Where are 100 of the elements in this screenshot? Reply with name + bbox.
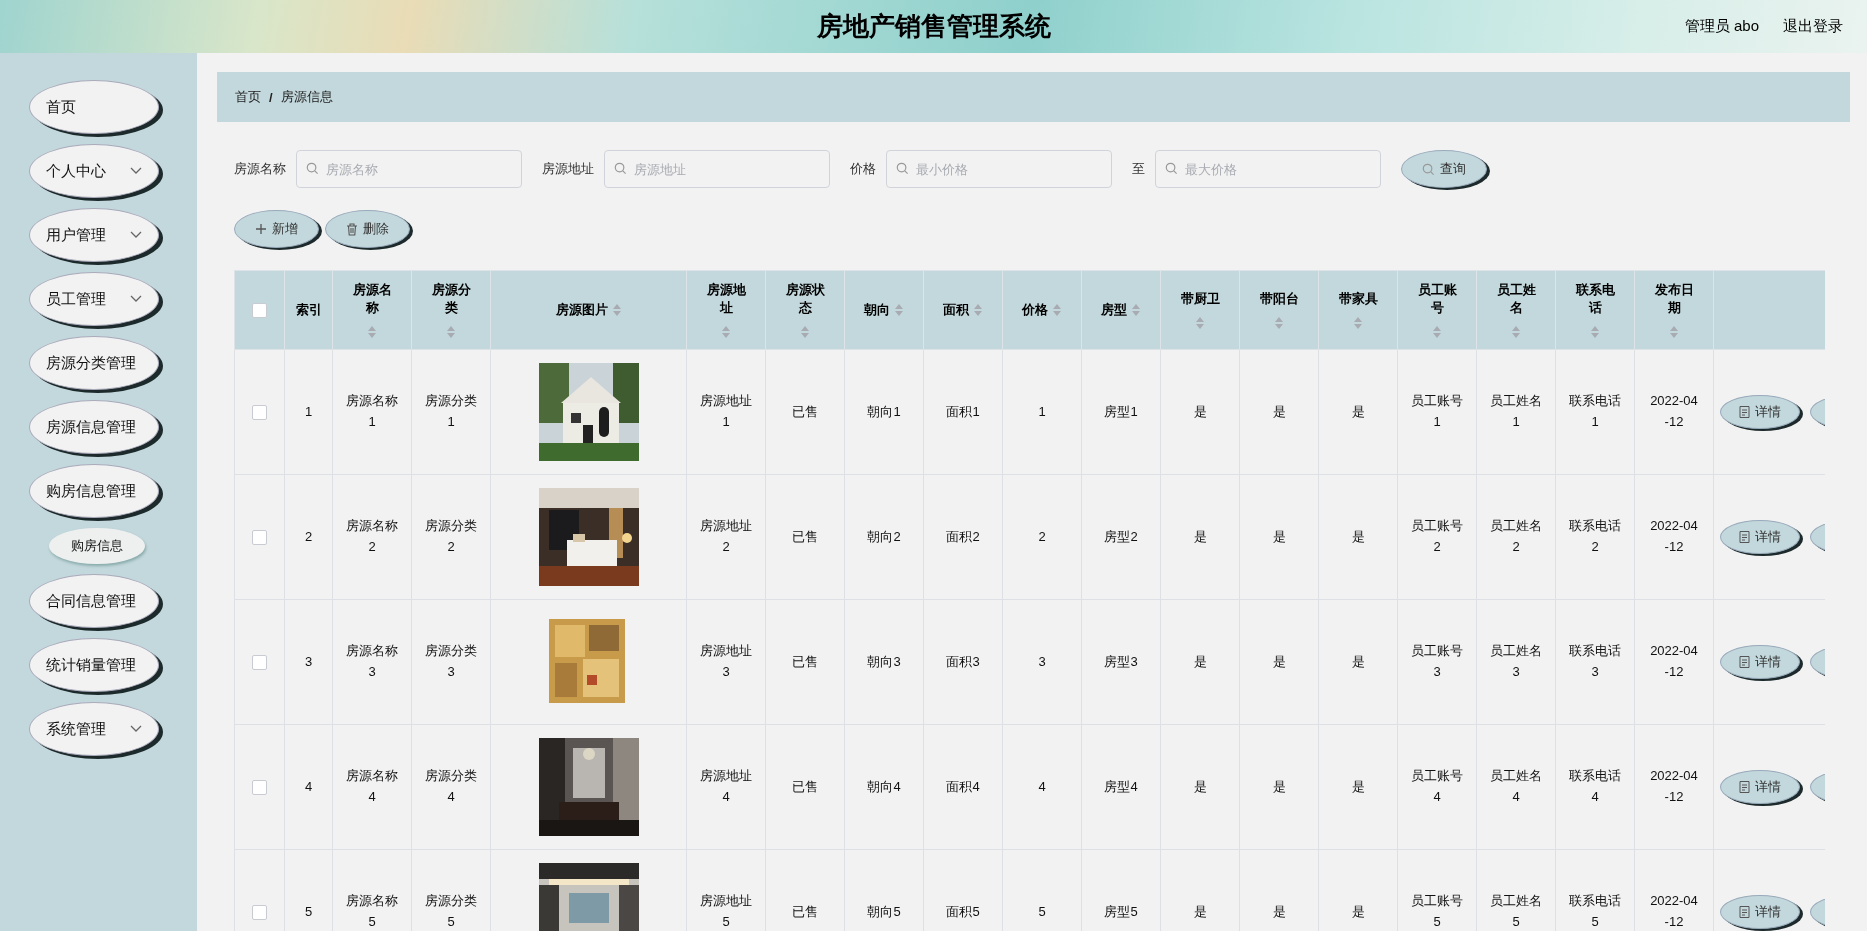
column-header[interactable]: 房型 (1081, 270, 1161, 350)
table-cell: 是 (1160, 474, 1240, 600)
logout-link[interactable]: 退出登录 (1783, 17, 1843, 36)
row-checkbox[interactable] (252, 530, 267, 546)
sort-icon[interactable] (1432, 325, 1442, 339)
column-header[interactable]: 房源状态 (765, 270, 845, 350)
column-header[interactable]: 房源图片 (490, 270, 687, 350)
column-header[interactable]: 房源名称 (332, 270, 412, 350)
column-header[interactable]: 员工账号 (1397, 270, 1477, 350)
chevron-down-icon (130, 725, 142, 733)
chevron-down-icon (130, 167, 142, 175)
table-cell: 1 (284, 349, 333, 475)
field-label: 房源名称 (234, 160, 286, 178)
submenu-item[interactable]: 购房信息 (49, 528, 145, 564)
table-cell: 4 (284, 724, 333, 850)
table-cell: 2022-04-12 (1634, 349, 1714, 475)
column-header[interactable]: 面积 (923, 270, 1003, 350)
table-cell: 房型3 (1081, 599, 1161, 725)
sort-icon[interactable] (1195, 316, 1205, 330)
sort-icon[interactable] (446, 325, 456, 339)
search-icon (1165, 162, 1178, 175)
breadcrumb-link[interactable]: 首页 (235, 88, 261, 106)
sort-icon[interactable] (1052, 303, 1062, 317)
sort-icon[interactable] (1353, 316, 1363, 330)
column-header[interactable]: 朝向 (844, 270, 924, 350)
sort-icon[interactable] (894, 303, 904, 317)
search-field[interactable]: 房源地址 (604, 150, 830, 188)
column-header[interactable]: 房源地址 (686, 270, 766, 350)
search-field[interactable]: 最小价格 (886, 150, 1112, 188)
table-cell: 是 (1239, 474, 1319, 600)
sort-icon[interactable] (1274, 316, 1284, 330)
detail-button[interactable]: 详情 (1720, 895, 1800, 929)
table-cell: 员工姓名4 (1476, 724, 1556, 850)
column-header[interactable]: 价格 (1002, 270, 1082, 350)
search-field[interactable]: 最大价格 (1155, 150, 1381, 188)
sidebar-item[interactable]: 用户管理 (29, 208, 159, 262)
sort-icon[interactable] (367, 325, 377, 339)
detail-button[interactable]: 详情 (1720, 645, 1800, 679)
table-cell: 员工账号3 (1397, 599, 1477, 725)
sidebar-item[interactable]: 员工管理 (29, 272, 159, 326)
select-all-checkbox[interactable] (252, 303, 267, 319)
table-cell: 是 (1239, 724, 1319, 850)
sidebar-item[interactable]: 购房信息管理 (29, 464, 159, 518)
sidebar-item[interactable]: 统计销量管理 (29, 638, 159, 692)
sidebar-item[interactable]: 房源信息管理 (29, 400, 159, 454)
table-cell: 3 (284, 599, 333, 725)
table-cell: 朝向3 (844, 599, 924, 725)
column-header[interactable]: 房源分类 (411, 270, 491, 350)
detail-button[interactable]: 详情 (1720, 395, 1800, 429)
column-header[interactable]: 员工姓名 (1476, 270, 1556, 350)
search-field[interactable]: 房源名称 (296, 150, 522, 188)
sidebar-item[interactable]: 房源分类管理 (29, 336, 159, 390)
table-cell: 朝向2 (844, 474, 924, 600)
table-cell: 房型2 (1081, 474, 1161, 600)
search-icon (614, 162, 627, 175)
table-cell: 联系电话2 (1555, 474, 1635, 600)
table-cell: 2022-04-12 (1634, 599, 1714, 725)
row-checkbox[interactable] (252, 780, 267, 796)
table-cell: 联系电话4 (1555, 724, 1635, 850)
column-header[interactable]: 联系电话 (1555, 270, 1635, 350)
row-checkbox[interactable] (252, 905, 267, 921)
sort-icon[interactable] (1590, 325, 1600, 339)
detail-button[interactable]: 详情 (1720, 770, 1800, 804)
table-cell: 员工账号2 (1397, 474, 1477, 600)
breadcrumb-separator: / (269, 89, 273, 105)
sidebar-item[interactable]: 首页 (29, 80, 159, 134)
table-cell: 已售 (765, 599, 845, 725)
sort-icon[interactable] (611, 303, 622, 317)
sort-icon[interactable] (1131, 303, 1141, 317)
column-header[interactable]: 带阳台 (1239, 270, 1319, 350)
add-button[interactable]: 新增 (234, 210, 319, 248)
row-checkbox[interactable] (252, 655, 267, 671)
field-label: 房源地址 (542, 160, 594, 178)
table-cell: 房源分类3 (411, 599, 491, 725)
sort-icon[interactable] (721, 325, 731, 339)
table-cell: 已售 (765, 474, 845, 600)
table-cell: 员工姓名2 (1476, 474, 1556, 600)
sidebar-item[interactable]: 系统管理 (29, 702, 159, 756)
trash-icon (346, 222, 358, 236)
table-cell: 已售 (765, 349, 845, 475)
detail-button[interactable]: 详情 (1720, 520, 1800, 554)
delete-button[interactable]: 删除 (325, 210, 410, 248)
table-cell: 2 (284, 474, 333, 600)
column-header[interactable]: 发布日期 (1634, 270, 1714, 350)
table-cell: 是 (1239, 349, 1319, 475)
column-header[interactable]: 带家具 (1318, 270, 1398, 350)
sidebar-item[interactable]: 个人中心 (29, 144, 159, 198)
sort-icon[interactable] (973, 303, 983, 317)
row-checkbox[interactable] (252, 405, 267, 421)
sort-icon[interactable] (800, 325, 810, 339)
sort-icon[interactable] (1511, 325, 1521, 339)
table-cell: 4 (1002, 724, 1082, 850)
column-header[interactable]: 带厨卫 (1160, 270, 1240, 350)
table-cell: 面积4 (923, 724, 1003, 850)
sort-icon[interactable] (1669, 325, 1679, 339)
document-icon (1739, 531, 1750, 543)
table-cell: 是 (1318, 349, 1398, 475)
column-header[interactable]: 索引 (284, 270, 333, 350)
sidebar-item[interactable]: 合同信息管理 (29, 574, 159, 628)
search-button[interactable]: 查询 (1401, 150, 1487, 188)
